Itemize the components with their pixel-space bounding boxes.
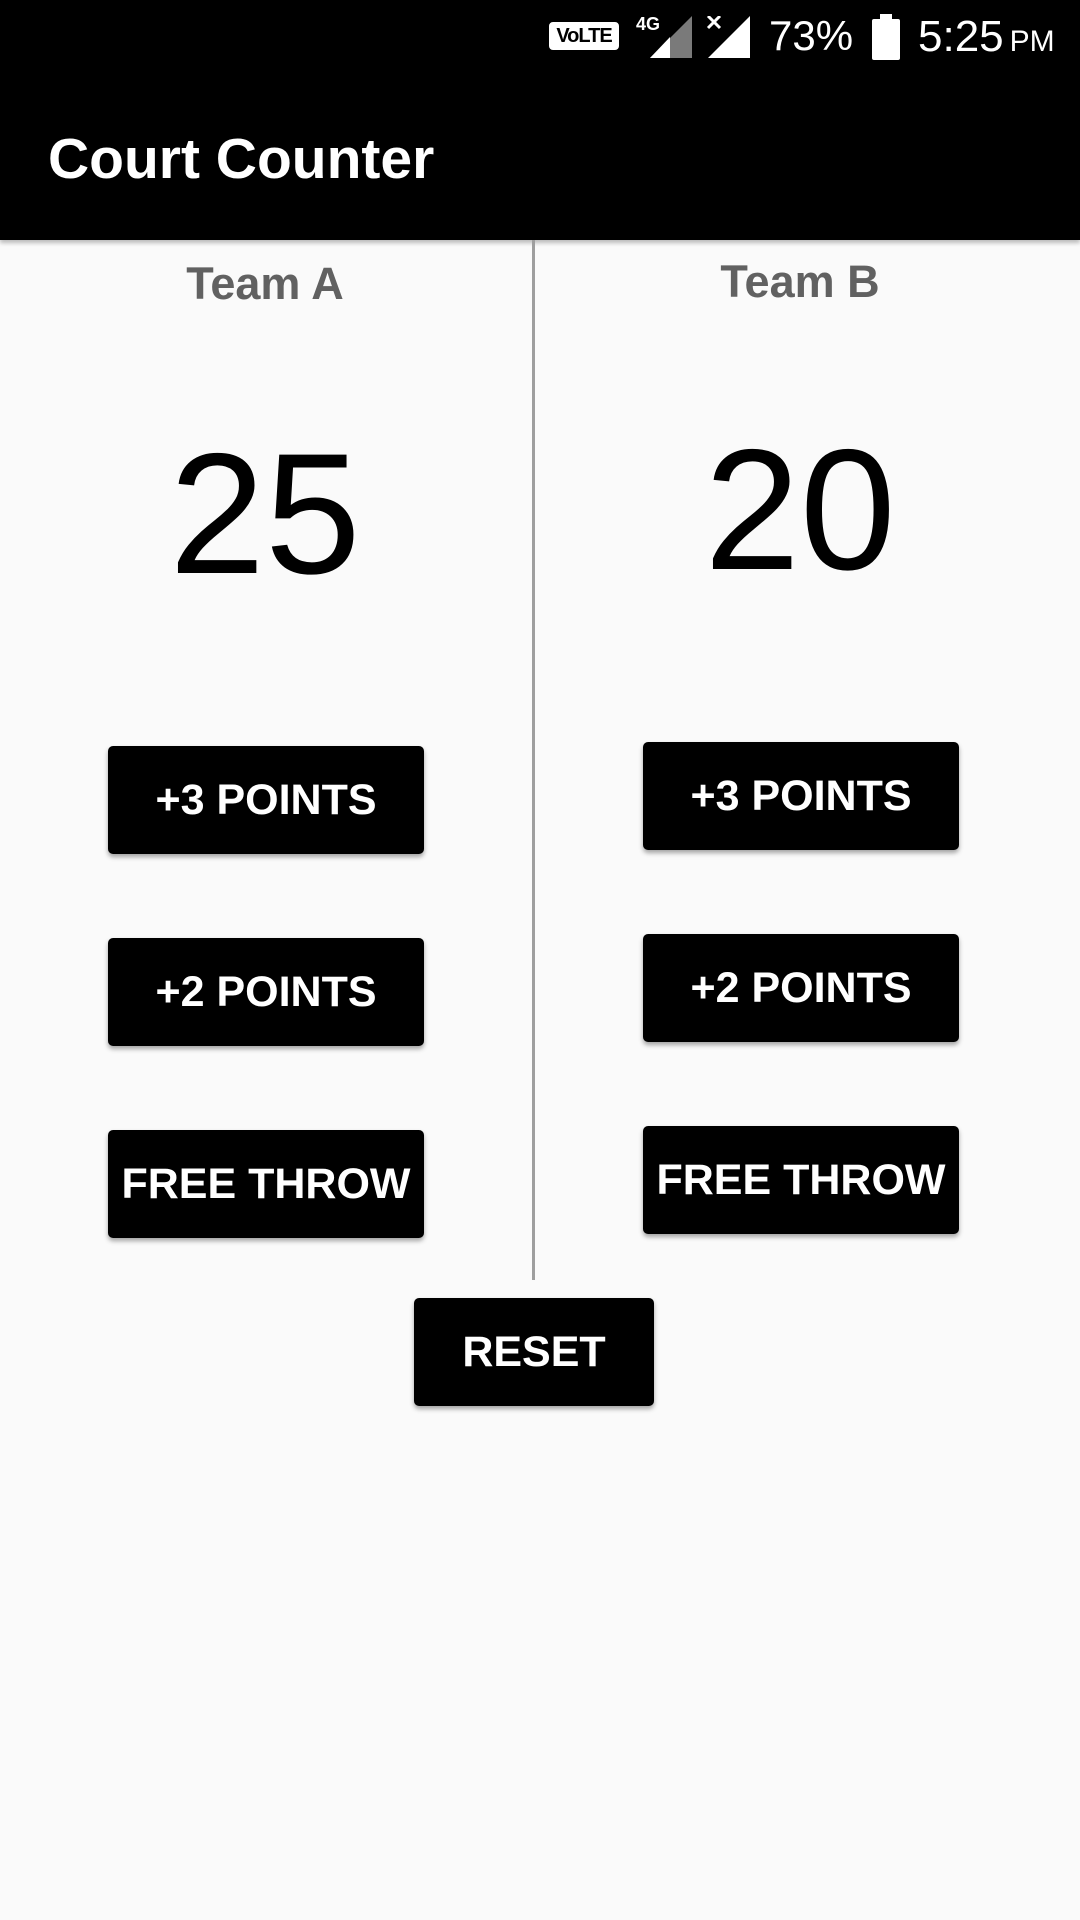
signal-strength-icon xyxy=(650,16,692,58)
team-b-plus-three-button[interactable]: +3 POINTS xyxy=(643,742,959,850)
clock: 5:25 PM xyxy=(918,12,1055,62)
team-a-plus-two-button[interactable]: +2 POINTS xyxy=(108,938,424,1046)
team-a-free-throw-button[interactable]: FREE THROW xyxy=(108,1130,424,1238)
clock-ampm: PM xyxy=(1009,25,1055,58)
battery-percentage: 73% xyxy=(769,12,854,59)
team-a-plus-three-button[interactable]: +3 POINTS xyxy=(108,746,424,854)
status-bar: VoLTE 4G 73% 5:25 PM xyxy=(0,0,1080,78)
no-signal-icon xyxy=(706,16,750,58)
clock-time: 5:25 xyxy=(918,12,1004,61)
app-bar: Court Counter xyxy=(0,78,1080,240)
team-b-name: Team B xyxy=(720,256,880,307)
team-b-score: 20 xyxy=(704,414,896,606)
app-title: Court Counter xyxy=(48,127,435,191)
team-b-free-throw-button[interactable]: FREE THROW xyxy=(643,1126,959,1234)
team-a-name: Team A xyxy=(186,258,344,309)
team-b-plus-two-button[interactable]: +2 POINTS xyxy=(643,934,959,1042)
volte-icon: VoLTE xyxy=(549,22,619,50)
battery-icon xyxy=(872,14,900,60)
team-divider xyxy=(532,240,535,1280)
team-a-score: 25 xyxy=(169,418,361,610)
reset-button[interactable]: RESET xyxy=(414,1298,654,1406)
